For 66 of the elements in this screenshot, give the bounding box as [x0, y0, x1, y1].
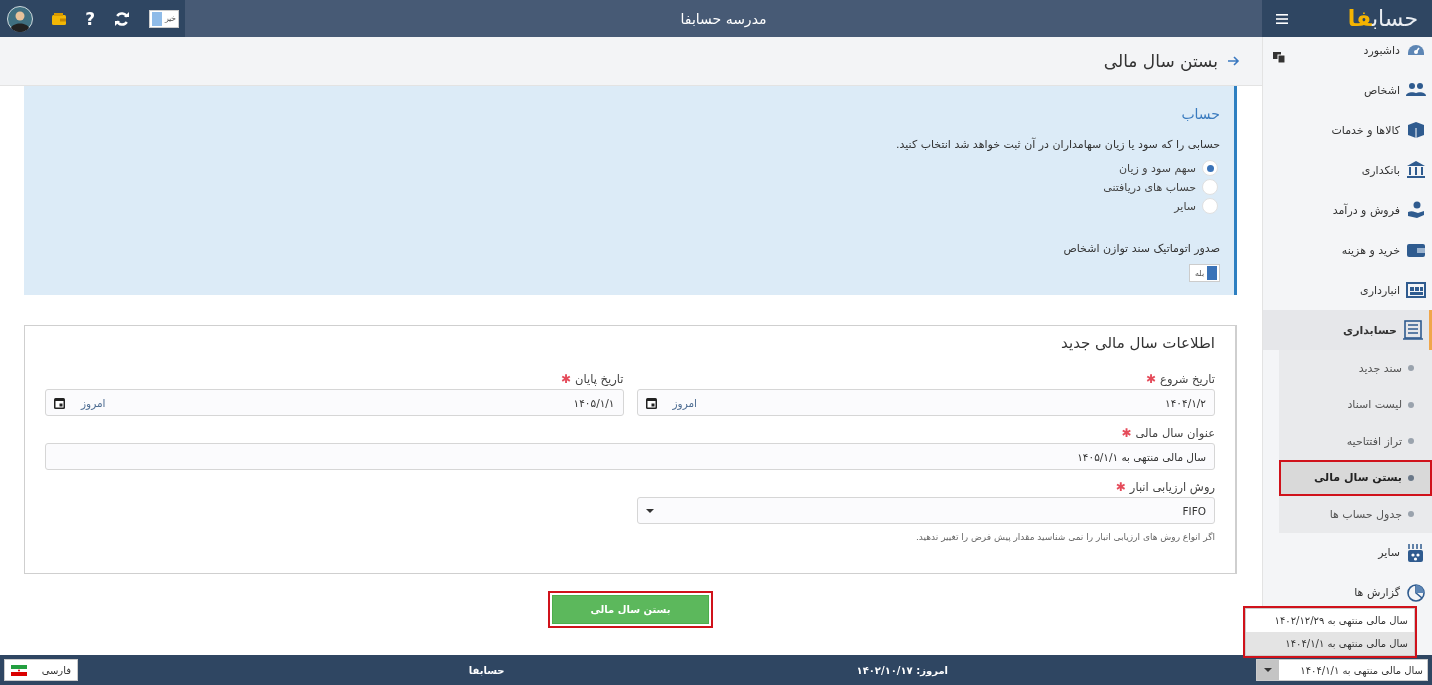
hint-text: اگر انواع روش های ارزیابی انبار را نمی شناسید مقدار پیش فرض را تغییر ندهید. [915, 532, 1215, 542]
warehouse-icon [1406, 280, 1426, 300]
sidebar-item[interactable]: کالاها و خدمات [1263, 110, 1432, 150]
page-title: بستن سال مالی [1103, 51, 1218, 71]
help-button[interactable]: ? [85, 8, 95, 29]
toggle-switch[interactable]: بله [1189, 264, 1220, 282]
brand-name: حسابفا [468, 664, 505, 676]
sidebar-item[interactable]: حسابداری [1263, 310, 1432, 350]
menu-button[interactable] [1274, 11, 1290, 26]
sidebar-item[interactable]: داشبورد [1263, 37, 1432, 70]
section-heading: حساب [1180, 106, 1220, 122]
sidebar-item[interactable]: اشخاص [1263, 70, 1432, 110]
wallet-icon [52, 12, 67, 25]
sidebar-item[interactable]: فروش و درآمد [1263, 190, 1432, 230]
calendar-icon [54, 396, 65, 409]
sidebar-item[interactable]: سایر [1263, 532, 1432, 573]
field-label: تاریخ شروع [1160, 372, 1215, 386]
radio-label: سهم سود و زیان [1119, 161, 1196, 175]
submenu-item[interactable]: سند جدید [1279, 350, 1432, 387]
submenu-item[interactable]: لیست اسناد [1279, 386, 1432, 423]
input-field[interactable]: سال مالی منتهی به ۱۴۰۵/۱/۱ [45, 443, 1215, 470]
radio-button[interactable] [1202, 160, 1218, 176]
language-select[interactable]: فارسی [4, 659, 78, 681]
radio-label: حساب های دریافتنی [1103, 180, 1196, 194]
grid-icon [1406, 542, 1426, 563]
field-label: روش ارزیابی انبار [1129, 480, 1215, 494]
required-mark: ✱ [561, 372, 572, 386]
radio-button[interactable] [1202, 179, 1218, 195]
required-mark: ✱ [1115, 480, 1126, 494]
submenu-item[interactable]: جدول حساب ها [1279, 496, 1432, 533]
calendar-icon [645, 396, 657, 409]
menu-icon [1276, 13, 1288, 24]
sidebar-item[interactable]: خرید و هزینه [1263, 230, 1432, 270]
pie-chart-icon [1406, 582, 1426, 603]
required-mark: ✱ [1146, 372, 1157, 386]
field-label: صدور اتوماتیک سند توازن اشخاص [1062, 242, 1220, 255]
today-date: امروز: ۱۴۰۲/۱۰/۱۷ [856, 664, 948, 676]
panels-icon [1273, 52, 1285, 63]
avatar-icon [7, 5, 34, 32]
logo: حسابفا [1347, 6, 1418, 31]
submenu-item[interactable]: تراز افتتاحیه [1279, 423, 1432, 460]
date-field[interactable]: ۱۴۰۴/۱/۲ امروز [636, 389, 1215, 416]
app-title: مدرسه حسابفا [679, 9, 768, 30]
instruction-text: حسابی را که سود یا زیان سهامداران در آن ثبت خواهد شد انتخاب کنید. [895, 138, 1220, 151]
arrow-right-icon [1228, 56, 1240, 66]
required-mark: ✱ [1121, 426, 1132, 440]
sidebar-item[interactable]: بانکداری [1263, 150, 1432, 190]
box-icon [1406, 120, 1426, 140]
radio-button[interactable] [1202, 198, 1218, 214]
section-heading: اطلاعات سال مالی جدید [1060, 334, 1215, 352]
flag-icon [11, 664, 27, 676]
field-label: عنوان سال مالی [1135, 426, 1215, 440]
radio-label: سایر [1174, 199, 1196, 213]
date-field[interactable]: ۱۴۰۵/۱/۱ امروز [45, 389, 624, 416]
field-label: تاریخ پایان [575, 372, 624, 386]
sidebar-item[interactable]: انبارداری [1263, 270, 1432, 310]
dropdown-caret-icon [645, 508, 654, 513]
dropdown-option[interactable]: سال مالی منتهی به ۱۴۰۴/۱/۱ [1246, 632, 1414, 655]
hand-coin-icon [1406, 200, 1426, 220]
refresh-icon [114, 10, 130, 27]
submenu-item[interactable]: بستن سال مالی [1279, 459, 1432, 496]
year-select[interactable]: سال مالی منتهی به ۱۴۰۴/۱/۱ [1256, 659, 1428, 681]
dropdown-caret-icon [1264, 668, 1272, 672]
toggle-switch[interactable]: خیر [149, 9, 179, 28]
select-field[interactable]: FIFO [636, 497, 1215, 524]
bank-icon [1406, 160, 1426, 180]
